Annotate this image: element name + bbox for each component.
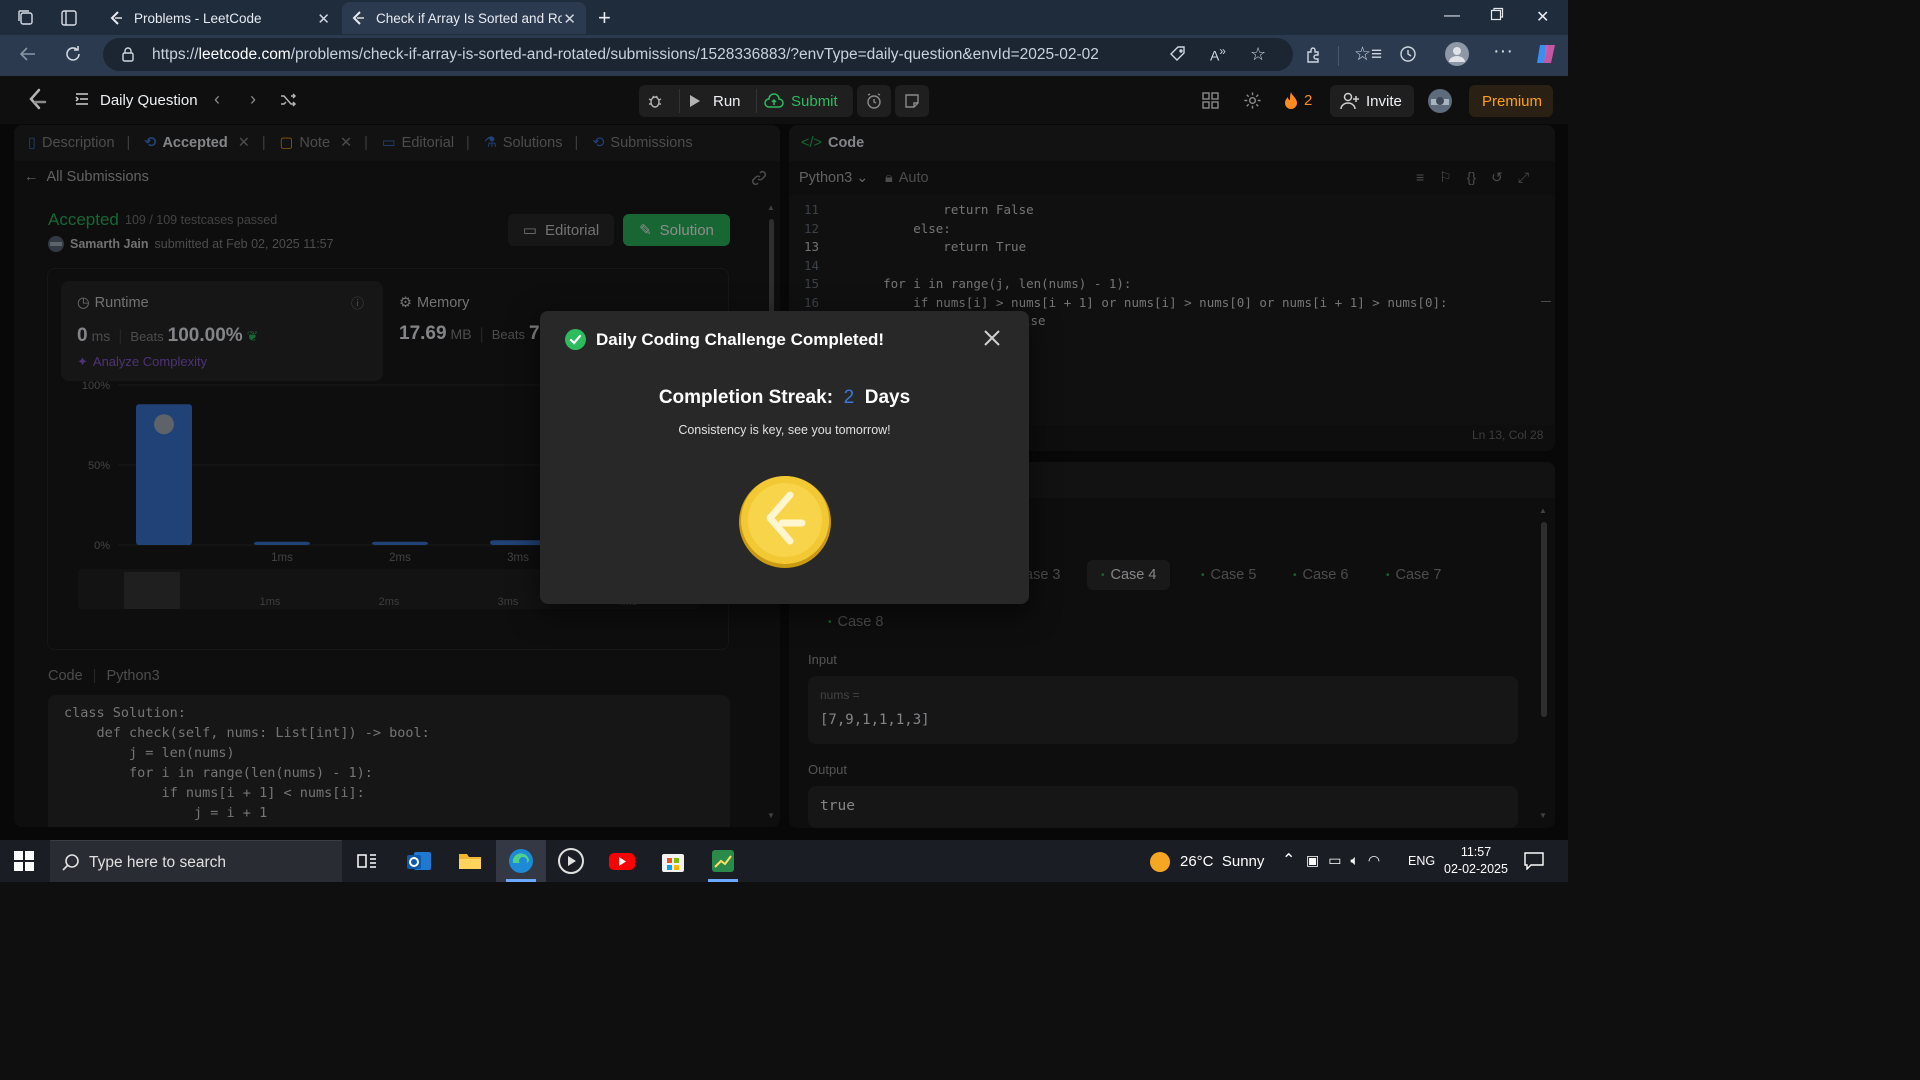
profile-avatar[interactable] bbox=[1445, 42, 1469, 66]
shuffle-icon[interactable] bbox=[279, 91, 297, 109]
edge-icon bbox=[508, 848, 534, 874]
daily-challenge-modal: Daily Coding Challenge Completed! Comple… bbox=[540, 311, 1029, 604]
leetcode-logo-icon[interactable] bbox=[26, 88, 48, 112]
new-tab-button[interactable]: + bbox=[598, 5, 611, 31]
outlook-icon[interactable] bbox=[406, 848, 432, 874]
daily-question-link[interactable]: Daily Question bbox=[100, 92, 198, 109]
back-icon[interactable] bbox=[18, 44, 38, 64]
clock-time: 11:57 bbox=[1460, 845, 1492, 859]
leetcode-favicon bbox=[350, 10, 366, 26]
search-placeholder: Type here to search bbox=[89, 854, 226, 871]
task-view-icon[interactable] bbox=[356, 850, 382, 876]
alarm-clock-icon bbox=[865, 92, 883, 110]
invite-button[interactable]: Invite bbox=[1330, 85, 1414, 117]
copilot-icon[interactable] bbox=[1534, 42, 1558, 66]
notifications-icon[interactable] bbox=[1524, 852, 1544, 870]
streak-fire-icon[interactable] bbox=[1284, 91, 1298, 110]
premium-label: Premium bbox=[1482, 93, 1543, 110]
completion-streak: Completion Streak: 2 Days bbox=[540, 387, 1029, 409]
app-taskbar-active[interactable] bbox=[698, 840, 748, 882]
clock-date: 02-02-2025 bbox=[1444, 862, 1508, 876]
run-submit-group: Run Submit bbox=[639, 85, 853, 117]
browser-tab-problems[interactable]: Problems - LeetCode ✕ bbox=[100, 2, 340, 34]
tag-icon[interactable] bbox=[1169, 45, 1187, 63]
url-text[interactable]: https://leetcode.com/problems/check-if-a… bbox=[152, 46, 1099, 64]
search-icon bbox=[62, 853, 80, 871]
streak-count: 2 bbox=[1304, 92, 1313, 109]
workspaces-icon[interactable] bbox=[16, 8, 36, 28]
tab-title: Problems - LeetCode bbox=[134, 10, 262, 26]
close-tab-icon[interactable]: ✕ bbox=[563, 10, 576, 28]
leetcode-header: Daily Question ‹ › Run Submit 2 Invite P… bbox=[0, 76, 1568, 124]
youtube-icon[interactable] bbox=[608, 848, 635, 874]
close-tab-icon[interactable]: ✕ bbox=[317, 10, 330, 28]
tab-actions-icon[interactable] bbox=[59, 8, 79, 28]
user-avatar[interactable] bbox=[1428, 89, 1452, 113]
edge-taskbar-active[interactable] bbox=[496, 840, 546, 882]
wifi-icon[interactable]: ◠ bbox=[1368, 852, 1380, 869]
weather-sun-icon[interactable] bbox=[1150, 852, 1170, 872]
close-modal-icon[interactable] bbox=[982, 328, 1002, 348]
next-question-icon[interactable]: › bbox=[250, 89, 256, 110]
note-icon bbox=[904, 93, 920, 109]
debug-icon[interactable] bbox=[647, 93, 663, 109]
weather-text[interactable]: 26°C Sunny bbox=[1180, 853, 1264, 870]
tab-title: Check if Array Is Sorted and Rotat bbox=[376, 10, 562, 26]
restore-icon[interactable] bbox=[1490, 7, 1504, 21]
notes-button[interactable] bbox=[895, 85, 929, 117]
history-icon[interactable] bbox=[1398, 44, 1418, 64]
media-player-icon[interactable] bbox=[558, 848, 584, 874]
chevron-up-icon[interactable]: ⌃ bbox=[1282, 850, 1295, 870]
more-options-icon[interactable]: ··· bbox=[1493, 40, 1513, 63]
refresh-icon[interactable] bbox=[63, 44, 83, 64]
leetcode-coin-icon bbox=[738, 473, 832, 569]
lock-icon[interactable] bbox=[121, 46, 135, 62]
url-field[interactable]: https://leetcode.com/problems/check-if-a… bbox=[103, 38, 1293, 71]
leetcode-favicon bbox=[108, 10, 124, 26]
upload-cloud-icon[interactable] bbox=[764, 93, 784, 109]
streak-value: 2 bbox=[843, 387, 855, 408]
invite-label: Invite bbox=[1366, 93, 1402, 110]
clock[interactable]: 11:57 02-02-2025 bbox=[1441, 844, 1511, 878]
submit-button[interactable]: Submit bbox=[791, 93, 838, 110]
windows-taskbar: Type here to search 26°C Sunny ⌃ ▣ ▭ 🔈︎ bbox=[0, 840, 1568, 882]
run-icon[interactable] bbox=[687, 94, 701, 108]
language-indicator[interactable]: ENG bbox=[1408, 854, 1435, 868]
extensions-icon[interactable] bbox=[1304, 45, 1324, 65]
app-chart-icon bbox=[710, 848, 736, 874]
prev-question-icon[interactable]: ‹ bbox=[214, 89, 220, 110]
modal-subtitle: Consistency is key, see you tomorrow! bbox=[678, 423, 891, 437]
close-window-icon[interactable]: ✕ bbox=[1536, 7, 1549, 27]
taskbar-search[interactable]: Type here to search bbox=[50, 840, 342, 882]
minimize-icon[interactable]: — bbox=[1444, 7, 1460, 25]
add-user-icon bbox=[1340, 92, 1360, 110]
windows-start-icon[interactable] bbox=[14, 851, 40, 877]
volume-icon[interactable]: 🔈︎ bbox=[1350, 852, 1358, 869]
meet-now-icon[interactable]: ▣ bbox=[1306, 852, 1319, 869]
premium-button[interactable]: Premium bbox=[1469, 85, 1553, 117]
browser-tab-active[interactable]: Check if Array Is Sorted and Rotat ✕ bbox=[342, 2, 586, 34]
favorites-icon[interactable]: ☆≡ bbox=[1354, 43, 1382, 66]
battery-icon[interactable]: ▭ bbox=[1328, 852, 1341, 869]
file-explorer-icon[interactable] bbox=[457, 848, 483, 874]
modal-title: Daily Coding Challenge Completed! bbox=[596, 330, 885, 349]
check-circle-icon bbox=[565, 329, 586, 350]
read-aloud-icon[interactable]: A» bbox=[1210, 45, 1226, 64]
browser-tab-bar: Problems - LeetCode ✕ Check if Array Is … bbox=[0, 0, 1568, 35]
microsoft-store-icon[interactable] bbox=[660, 848, 686, 874]
settings-gear-icon[interactable] bbox=[1243, 91, 1262, 110]
favorite-star-icon[interactable]: ☆ bbox=[1250, 44, 1266, 65]
problem-list-icon[interactable] bbox=[74, 91, 90, 107]
layout-grid-icon[interactable] bbox=[1202, 92, 1219, 109]
run-button[interactable]: Run bbox=[713, 93, 741, 110]
streak-prefix: Completion Streak: bbox=[658, 387, 834, 408]
streak-suffix: Days bbox=[864, 387, 911, 408]
address-bar-row: https://leetcode.com/problems/check-if-a… bbox=[0, 35, 1568, 76]
timer-button[interactable] bbox=[857, 85, 891, 117]
